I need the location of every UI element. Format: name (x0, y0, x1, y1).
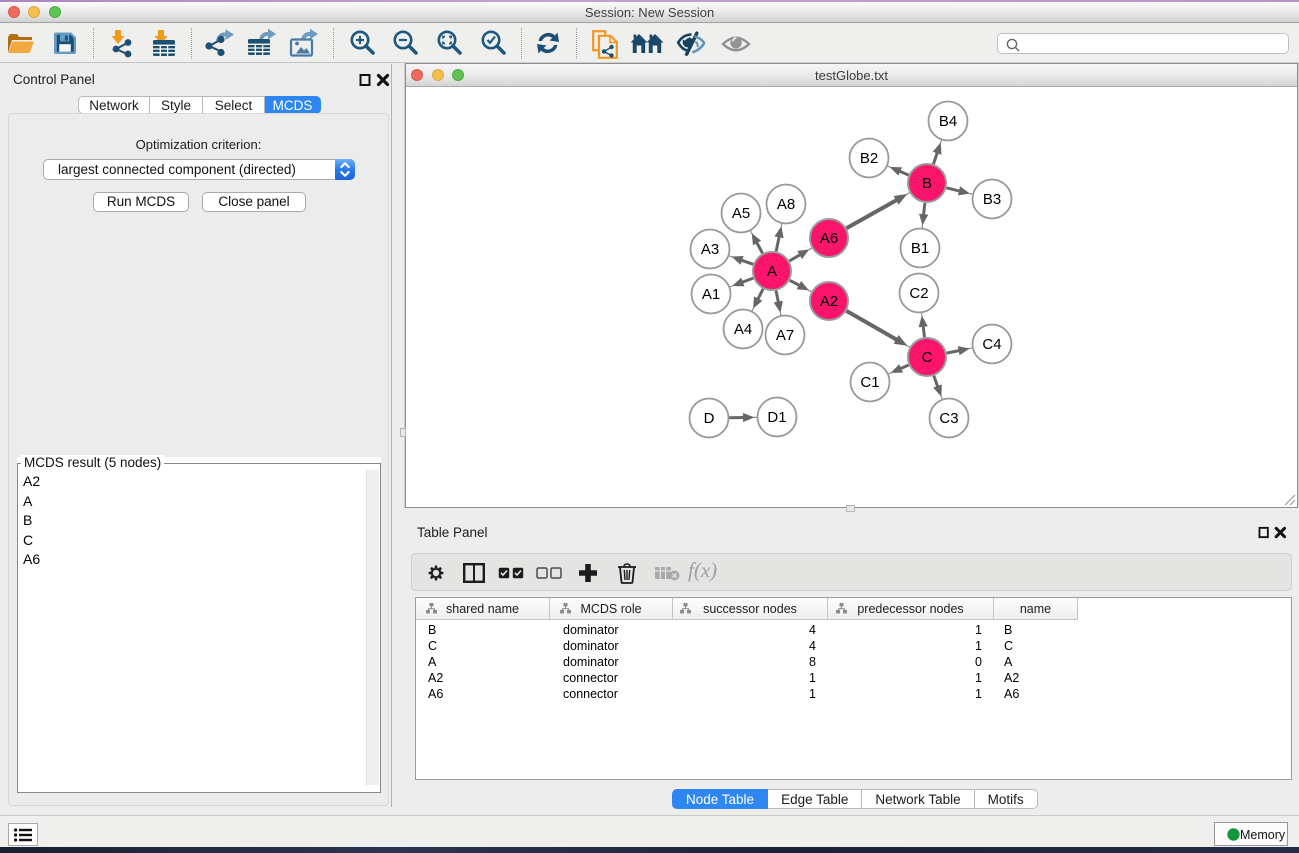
svg-text:A7: A7 (776, 327, 794, 344)
svg-text:C4: C4 (982, 336, 1001, 353)
svg-text:A1: A1 (702, 286, 720, 303)
svg-text:A3: A3 (701, 241, 719, 258)
svg-text:C: C (922, 349, 933, 366)
svg-text:B3: B3 (983, 191, 1001, 208)
svg-text:C3: C3 (939, 410, 958, 427)
svg-text:A2: A2 (820, 293, 838, 310)
svg-text:A8: A8 (777, 196, 795, 213)
svg-text:A5: A5 (732, 205, 750, 222)
svg-text:B2: B2 (860, 150, 878, 167)
svg-text:D1: D1 (767, 409, 786, 426)
svg-text:A: A (767, 263, 777, 280)
svg-text:B4: B4 (939, 113, 957, 130)
svg-text:B: B (922, 175, 932, 192)
svg-text:C1: C1 (860, 374, 879, 391)
svg-text:C2: C2 (909, 285, 928, 302)
svg-text:D: D (704, 410, 715, 427)
svg-text:A4: A4 (734, 321, 752, 338)
svg-text:A6: A6 (820, 230, 838, 247)
svg-text:B1: B1 (911, 240, 929, 257)
